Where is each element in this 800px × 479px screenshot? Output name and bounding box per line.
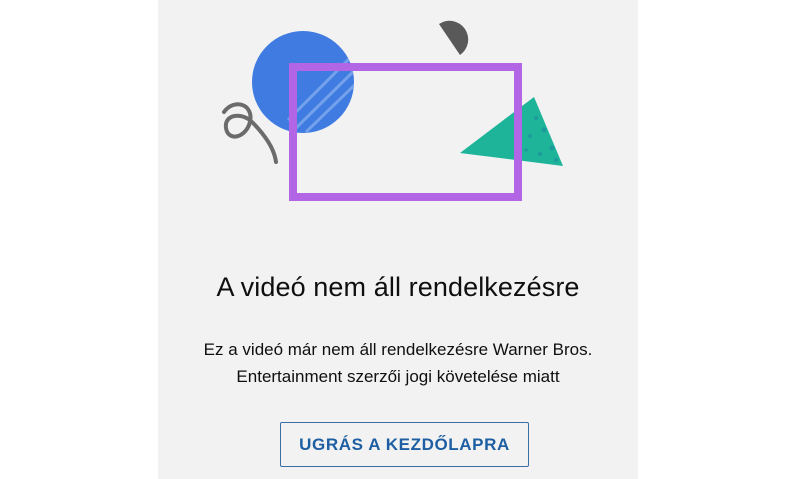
- go-to-home-button[interactable]: UGRÁS A KEZDŐLAPRA: [280, 422, 529, 467]
- error-message: Ez a videó már nem áll rendelkezésre War…: [158, 336, 638, 390]
- teal-triangle-shape: [460, 97, 563, 166]
- page-title: A videó nem áll rendelkezésre: [216, 272, 580, 302]
- error-message-line-1: Ez a videó már nem áll rendelkezésre War…: [203, 340, 593, 359]
- blue-circle-shape: [252, 31, 354, 133]
- video-unavailable-illustration: [222, 20, 563, 201]
- error-message-line-2: Entertainment szerzői jogi követelése mi…: [236, 367, 560, 386]
- gray-half-circle-shape: [439, 20, 469, 55]
- video-unavailable-panel: A videó nem áll rendelkezésre Ez a videó…: [158, 0, 638, 479]
